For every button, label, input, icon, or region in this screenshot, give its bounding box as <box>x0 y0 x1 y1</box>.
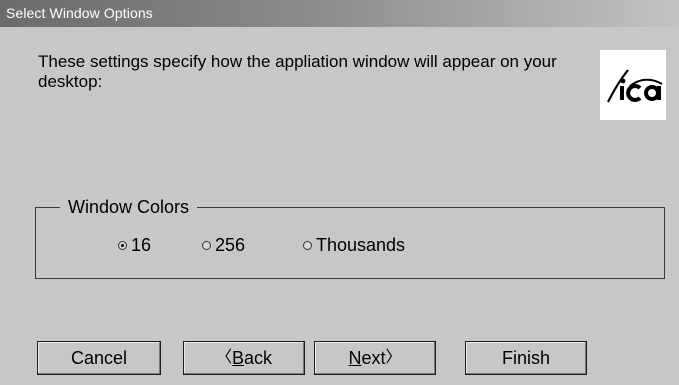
next-mnemonic: N <box>348 347 362 368</box>
next-chevron: 〉 <box>385 349 402 366</box>
window-colors-legend: Window Colors <box>60 196 198 218</box>
radio-16-label: 16 <box>131 234 152 255</box>
description-text: These settings specify how the appliatio… <box>38 52 557 91</box>
radio-thousands-label: Thousands <box>316 234 406 255</box>
radio-256-colors[interactable]: 256 <box>202 234 245 256</box>
radio-256-indicator[interactable] <box>202 240 211 250</box>
ica-logo-icon <box>600 50 666 120</box>
radio-16-colors[interactable]: 16 <box>118 234 151 256</box>
radio-thousands-indicator[interactable] <box>303 240 312 250</box>
next-button[interactable]: Next 〉 <box>314 341 436 375</box>
back-label-rest: ack <box>244 347 273 368</box>
back-chevron: 〈 <box>215 349 232 366</box>
finish-button[interactable]: Finish <box>465 341 587 375</box>
cancel-button-label: Cancel <box>70 347 128 368</box>
radio-thousands-colors[interactable]: Thousands <box>303 234 405 256</box>
next-label-rest: ext <box>361 347 386 368</box>
back-mnemonic: B <box>231 347 244 368</box>
title-bar: Select Window Options <box>0 0 679 27</box>
radio-256-label: 256 <box>215 234 246 255</box>
back-button[interactable]: 〈 Back <box>183 341 305 375</box>
radio-16-indicator[interactable] <box>118 240 127 250</box>
finish-button-label: Finish <box>501 347 550 368</box>
window-colors-group: Window Colors 16 256 Thousands <box>35 196 665 279</box>
window-title: Select Window Options <box>6 5 153 21</box>
dialog-window: Select Window Options These settings spe… <box>0 0 679 385</box>
cancel-button[interactable]: Cancel <box>37 341 161 375</box>
